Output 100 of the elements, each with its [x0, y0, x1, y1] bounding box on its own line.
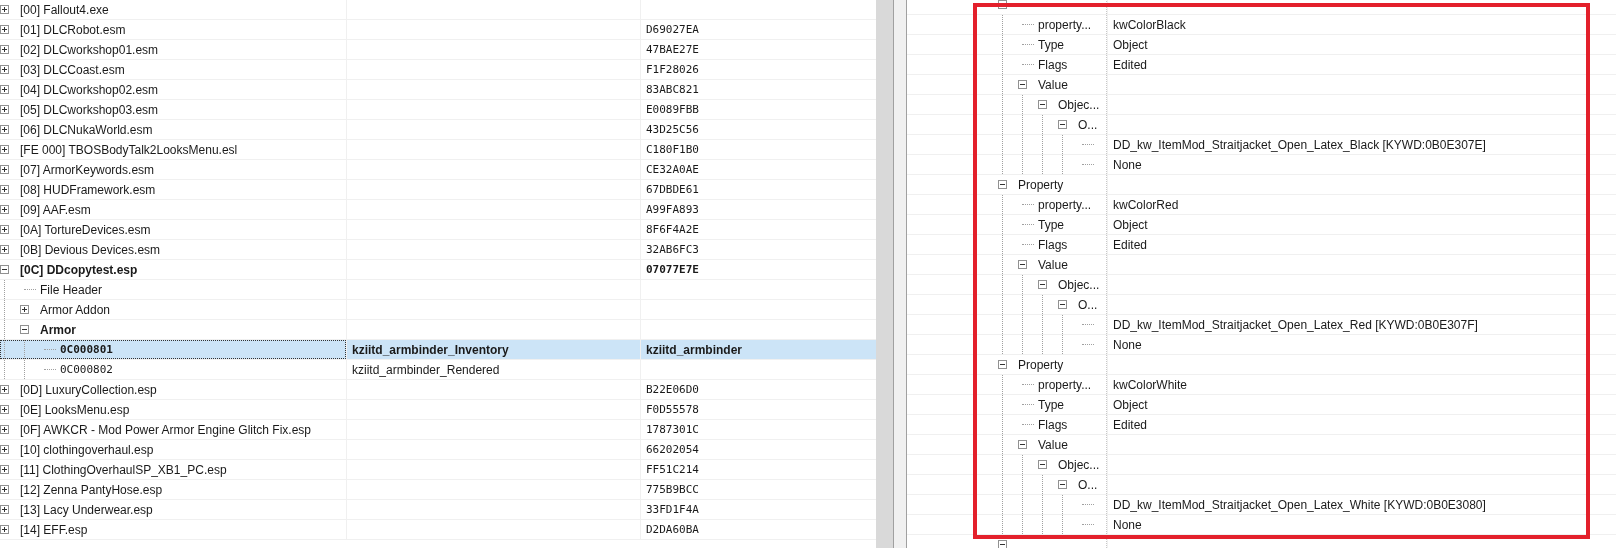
tree-item: Property: [1018, 177, 1064, 192]
tree-row[interactable]: [03] DLCCoast.esm F1F28026: [0, 60, 876, 80]
tree-row[interactable]: [13] Lacy Underwear.esp 33FD1F4A: [0, 500, 876, 520]
expand-icon[interactable]: [0, 65, 9, 74]
tree-row[interactable]: [11] ClothingOverhaulSP_XB1_PC.esp FF51C214: [0, 460, 876, 480]
tree-row[interactable]: [00] Fallout4.exe: [0, 0, 876, 20]
expand-icon[interactable]: [0, 225, 9, 234]
tree-row[interactable]: [0A] TortureDevices.esm 8F6F4A2E: [0, 220, 876, 240]
collapse-icon[interactable]: [1018, 440, 1027, 449]
tree-row[interactable]: [09] AAF.esm A99FA893: [0, 200, 876, 220]
expand-icon[interactable]: [0, 245, 9, 254]
tree-item: Type: [1038, 397, 1064, 412]
tree-item: Value: [1038, 77, 1068, 92]
expand-icon[interactable]: [0, 25, 9, 34]
collapse-icon[interactable]: [1058, 120, 1067, 129]
tree-item: Objec...: [1058, 97, 1100, 112]
table-cell: 33FD1F4A: [646, 503, 699, 516]
collapse-icon[interactable]: [1038, 100, 1047, 109]
expand-icon[interactable]: [0, 465, 9, 474]
expand-icon[interactable]: [0, 525, 9, 534]
tree-row[interactable]: [02] DLCworkshop01.esm 47BAE27E: [0, 40, 876, 60]
expand-icon[interactable]: [0, 205, 9, 214]
expand-icon[interactable]: [0, 165, 9, 174]
tree-item: Objec...: [1058, 457, 1100, 472]
tree-row[interactable]: [05] DLCworkshop03.esm E0089FBB: [0, 100, 876, 120]
tree-row[interactable]: [0B] Devious Devices.esm 32AB6FC3: [0, 240, 876, 260]
tree-item: [02] DLCworkshop01.esm: [20, 42, 159, 57]
expand-icon[interactable]: [0, 5, 9, 14]
value-cell: Edited: [1113, 417, 1148, 432]
collapse-icon[interactable]: [998, 360, 1007, 369]
tree-row[interactable]: [0F] AWKCR - Mod Power Armor Engine Glitch Fix.esp 1787301C: [0, 420, 876, 440]
collapse-icon[interactable]: [1058, 480, 1067, 489]
tree-row[interactable]: 0C000802 kziitd_armbinder_Rendered: [0, 360, 876, 380]
table-cell: kziitd_armbinder_Rendered: [352, 362, 500, 377]
table-cell: 32AB6FC3: [646, 243, 699, 256]
tree-row[interactable]: 0C000801 kziitd_armbinder_Inventory kziitd_armbinder: [0, 340, 876, 360]
tree-item: [14] EFF.esp: [20, 522, 88, 537]
table-cell: kziitd_armbinder_Inventory: [352, 342, 509, 357]
tree-item: O...: [1078, 477, 1098, 492]
table-cell: F1F28026: [646, 63, 699, 76]
value-cell: Object: [1113, 397, 1148, 412]
tree-row[interactable]: [0D] LuxuryCollection.esp B22E06D0: [0, 380, 876, 400]
tree-row[interactable]: [12] Zenna PantyHose.esp 775B9BCC: [0, 480, 876, 500]
tree-row[interactable]: [06] DLCNukaWorld.esm 43D25C56: [0, 120, 876, 140]
expand-icon[interactable]: [0, 145, 9, 154]
collapse-icon[interactable]: [1038, 280, 1047, 289]
expand-icon[interactable]: [0, 425, 9, 434]
tree-item: [04] DLCworkshop02.esm: [20, 82, 159, 97]
expand-icon[interactable]: [0, 105, 9, 114]
tree-item: [0C] DDcopytest.esp: [20, 262, 138, 277]
tree-row[interactable]: [07] ArmorKeywords.esm CE32A0AE: [0, 160, 876, 180]
table-cell: F0D55578: [646, 403, 699, 416]
value-cell: Edited: [1113, 57, 1148, 72]
tree-row[interactable]: [FE 000] TBOSBodyTalk2LooksMenu.esl C180F1B0: [0, 140, 876, 160]
tree-item: Value: [1038, 437, 1068, 452]
table-cell: 8F6F4A2E: [646, 223, 699, 236]
expand-icon[interactable]: [20, 305, 29, 314]
tree-item: [0A] TortureDevices.esm: [20, 222, 151, 237]
expand-icon[interactable]: [0, 445, 9, 454]
collapse-icon[interactable]: [1018, 80, 1027, 89]
tree-item: [08] HUDFramework.esm: [20, 182, 156, 197]
collapse-icon[interactable]: [0, 265, 9, 274]
expand-icon[interactable]: [0, 185, 9, 194]
expand-icon[interactable]: [0, 45, 9, 54]
collapse-icon[interactable]: [998, 540, 1007, 548]
tree-item: property...: [1038, 197, 1092, 212]
tree-row[interactable]: [0C] DDcopytest.esp 07077E7E: [0, 260, 876, 280]
expand-icon[interactable]: [0, 405, 9, 414]
tree-item: File Header: [40, 282, 103, 297]
tree-item: 0C000801: [60, 343, 113, 356]
tree-item: Objec...: [1058, 277, 1100, 292]
tree-row[interactable]: [10] clothingoverhaul.esp 66202054: [0, 440, 876, 460]
tree-item: property...: [1038, 377, 1092, 392]
collapse-icon[interactable]: [998, 180, 1007, 189]
tree-item: [09] AAF.esm: [20, 202, 91, 217]
tree-row[interactable]: [01] DLCRobot.esm D69027EA: [0, 20, 876, 40]
tree-row[interactable]: File Header: [0, 280, 876, 300]
tree-item: [07] ArmorKeywords.esm: [20, 162, 155, 177]
collapse-icon[interactable]: [20, 325, 29, 334]
collapse-icon[interactable]: [1038, 460, 1047, 469]
tree-row[interactable]: Armor: [0, 320, 876, 340]
expand-icon[interactable]: [0, 125, 9, 134]
value-cell: Object: [1113, 217, 1148, 232]
collapse-icon[interactable]: [1058, 300, 1067, 309]
expand-icon[interactable]: [0, 85, 9, 94]
value-cell: None: [1113, 157, 1142, 172]
collapse-icon[interactable]: [1018, 260, 1027, 269]
tree-item: Type: [1038, 37, 1064, 52]
expand-icon[interactable]: [0, 485, 9, 494]
expand-icon[interactable]: [0, 505, 9, 514]
tree-item: [10] clothingoverhaul.esp: [20, 442, 154, 457]
expand-icon[interactable]: [0, 385, 9, 394]
table-cell: FF51C214: [646, 463, 699, 476]
tree-row[interactable]: [04] DLCworkshop02.esm 83ABC821: [0, 80, 876, 100]
value-cell: None: [1113, 337, 1142, 352]
tree-row[interactable]: [08] HUDFramework.esm 67DBDE61: [0, 180, 876, 200]
table-cell: 83ABC821: [646, 83, 699, 96]
tree-row[interactable]: [14] EFF.esp D2DA60BA: [0, 520, 876, 540]
tree-row[interactable]: Armor Addon: [0, 300, 876, 320]
tree-row[interactable]: [0E] LooksMenu.esp F0D55578: [0, 400, 876, 420]
